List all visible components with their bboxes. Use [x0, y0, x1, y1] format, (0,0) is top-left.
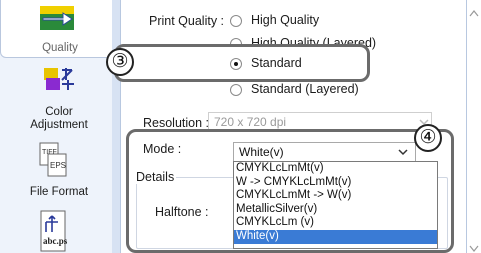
radio-high-quality[interactable] [230, 15, 242, 27]
mode-option[interactable]: W -> CMYKLcLmMt(v) [234, 176, 437, 190]
sidebar-item-label: File Format [29, 186, 89, 198]
sidebar-item-layout[interactable]: abc.ps [0, 206, 118, 253]
sidebar-item-label: Quality [42, 42, 78, 54]
svg-text:EPS: EPS [50, 161, 66, 170]
mode-option[interactable]: CMYKLcLm (v) [234, 216, 437, 230]
mode-option-selected[interactable]: White(v) [234, 229, 437, 244]
radio-standard-highlight-label[interactable]: Standard [251, 56, 302, 70]
print-quality-label: Print Quality : [149, 14, 225, 28]
mode-option[interactable]: CMYKLcLmMt(v) [234, 162, 437, 176]
sidebar-item-label: Adjustment [30, 119, 88, 131]
callout-number-3: ③ [106, 48, 134, 76]
panel-left-border [120, 0, 121, 253]
sidebar: Quality Color Adjustment TIFF EPS File F… [0, 0, 120, 253]
layout-text-icon: abc.ps [40, 210, 68, 253]
settings-panel: Print Quality : High Quality High Qualit… [106, 0, 481, 253]
mode-option[interactable]: MetallicSilver(v) [234, 203, 437, 217]
mode-dropdown-icon[interactable] [395, 143, 411, 161]
resolution-label: Resolution : [143, 116, 210, 130]
sidebar-item-file-format[interactable]: TIFF EPS File Format [0, 140, 118, 202]
sidebar-item-quality[interactable]: Quality [0, 0, 118, 58]
radio-high-quality-label[interactable]: High Quality [251, 13, 319, 27]
sidebar-item-label: Color [45, 106, 73, 118]
mode-select[interactable]: White(v) [233, 142, 416, 162]
mode-option[interactable]: CMYKLcLmMt -> W(v) [234, 189, 437, 203]
mode-label: Mode : [143, 142, 182, 156]
sidebar-scrollbar[interactable] [112, 0, 120, 253]
scroll-up-arrow-icon[interactable] [469, 4, 479, 22]
scroll-down-arrow-icon[interactable] [469, 240, 479, 253]
radio-standard-layered[interactable] [230, 84, 242, 96]
mode-dropdown-list[interactable]: CMYKLcLmMt(v) W -> CMYKLcLmMt(v) CMYKLcL… [233, 161, 438, 249]
color-adjustment-icon [42, 66, 76, 95]
radio-standard-layered-label[interactable]: Standard (Layered) [251, 82, 359, 96]
callout-box-3 [114, 44, 370, 82]
svg-text:abc.ps: abc.ps [43, 236, 68, 246]
svg-text:TIFF: TIFF [42, 149, 57, 156]
sidebar-item-color-adjustment[interactable]: Color Adjustment [0, 62, 118, 134]
quality-arrows-icon [39, 5, 75, 34]
file-format-icon: TIFF EPS [38, 142, 68, 181]
callout-number-4: ④ [414, 124, 442, 152]
radio-standard-highlight[interactable] [230, 58, 242, 70]
panel-right-border [466, 0, 467, 253]
